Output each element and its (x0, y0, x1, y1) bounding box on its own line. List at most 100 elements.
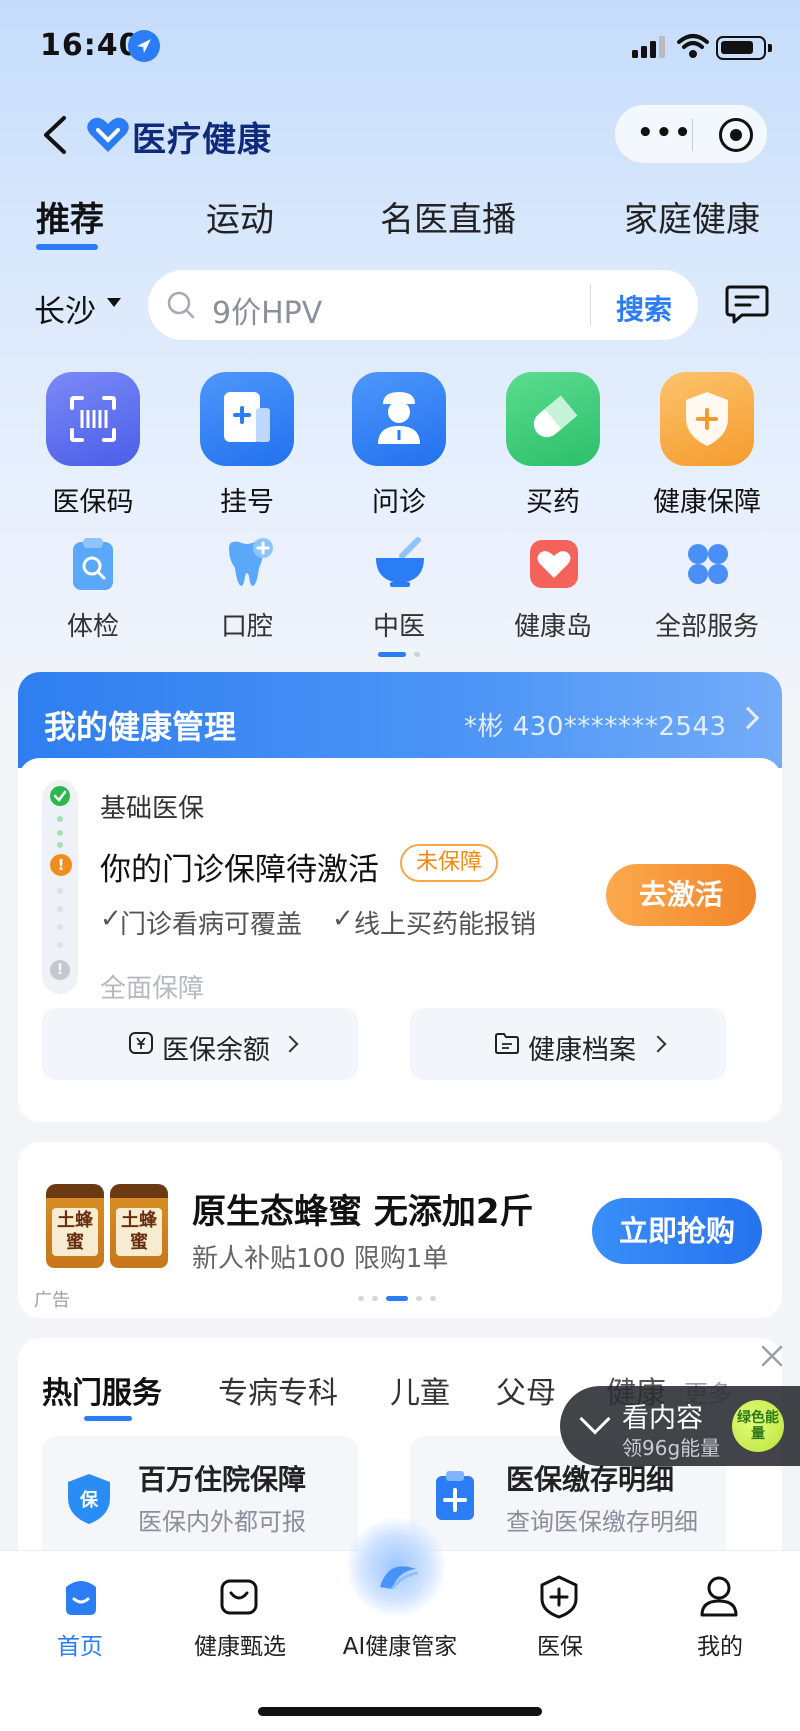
coverage-progress-rail: ! ! (42, 780, 78, 994)
service-label: 问诊 (372, 487, 426, 518)
shield-icon[interactable] (660, 372, 754, 466)
caret-down-icon[interactable] (107, 298, 121, 307)
scan-code-icon[interactable] (46, 372, 140, 466)
perk-check-icon: ✓ (332, 904, 354, 934)
nav-health-selection[interactable]: 健康甄选 (160, 1627, 320, 1661)
more-icon[interactable]: ••• (637, 120, 693, 146)
grid-icon[interactable] (678, 534, 738, 594)
tab-sports[interactable]: 运动 (206, 192, 274, 241)
hot-tab-popular[interactable]: 热门服务 (42, 1368, 162, 1412)
insurance-balance-label: 医保余额 (162, 1035, 270, 1066)
close-icon[interactable] (758, 1342, 786, 1370)
status-time: 16:40 (40, 28, 141, 63)
service-label: 医保码 (52, 487, 134, 518)
city-selector[interactable]: 长沙 (34, 286, 96, 331)
close-target-icon[interactable] (719, 118, 753, 152)
hot-tab-specialty[interactable]: 专病专科 (218, 1368, 338, 1412)
ad-card[interactable]: 土蜂蜜 土蜂蜜 原生态蜂蜜 无添加2斤 新人补贴100 限购1单 立即抢购 广告 (18, 1142, 782, 1318)
buy-now-button[interactable]: 立即抢购 (592, 1198, 762, 1264)
home-indicator (258, 1707, 542, 1716)
pill-icon[interactable] (506, 372, 600, 466)
health-management-card: 我的健康管理 *彬 430*******2543 ! ! 基础医保 你的门诊保障… (18, 672, 782, 1122)
register-icon[interactable] (200, 372, 294, 466)
hot-tab-children[interactable]: 儿童 (390, 1368, 450, 1412)
back-icon[interactable] (36, 112, 76, 158)
tab-recommend[interactable]: 推荐 (36, 192, 104, 241)
svg-text:保: 保 (79, 1489, 99, 1511)
service-label: 健康岛 (513, 612, 592, 642)
insurance-shield-icon: 保 (64, 1470, 114, 1526)
jar-label: 土蜂蜜 (52, 1208, 98, 1256)
warning-icon: ! (50, 854, 72, 876)
user-id: *彬 430*******2543 (464, 712, 727, 742)
service-label: 体检 (66, 612, 119, 642)
energy-reward-widget[interactable]: 看内容 领96g能量 绿色能量 (560, 1386, 800, 1466)
active-tab-indicator (36, 244, 98, 250)
service-label: 全部服务 (654, 612, 759, 642)
jar-label: 土蜂蜜 (116, 1208, 162, 1256)
search-input[interactable]: 9价HPV (212, 288, 322, 332)
insurance-balance-button[interactable]: 医保余额 (42, 1008, 358, 1080)
battery-icon (716, 36, 772, 60)
heart-icon[interactable] (524, 534, 584, 594)
search-icon (166, 290, 196, 320)
service-label: 健康保障 (653, 487, 761, 518)
page-indicator (414, 652, 420, 657)
location-arrow-icon (128, 30, 160, 62)
tooth-icon[interactable] (217, 534, 277, 594)
hot-tab-parents[interactable]: 父母 (496, 1368, 556, 1412)
perk-check-icon: ✓ (100, 904, 122, 934)
health-card-title: 我的健康管理 (44, 708, 237, 746)
perk-online-drugs: 线上买药能报销 (354, 910, 537, 940)
checkup-icon[interactable] (63, 534, 123, 594)
honey-jar-image: 土蜂蜜 (46, 1184, 104, 1268)
brand-title: 医疗健康 (132, 120, 272, 160)
page-indicator-active (378, 652, 406, 657)
nav-ai-assistant[interactable]: AI健康管家 (320, 1627, 480, 1661)
outpatient-status: 你的门诊保障待激活 (100, 852, 379, 888)
mini-program-capsule[interactable]: ••• (614, 104, 768, 164)
tab-live-doctors[interactable]: 名医直播 (380, 192, 516, 241)
nav-insurance[interactable]: 医保 (480, 1627, 640, 1661)
service-label: 挂号 (220, 487, 274, 518)
health-card-header[interactable]: 我的健康管理 *彬 430*******2543 (18, 672, 782, 768)
service-label: 口腔 (220, 612, 273, 642)
search-button[interactable]: 搜索 (616, 288, 672, 328)
nav-home[interactable]: 首页 (0, 1627, 160, 1661)
nav-mine[interactable]: 我的 (640, 1627, 800, 1661)
check-icon (50, 786, 70, 806)
hot-service-title: 百万住院保障 (138, 1463, 307, 1496)
service-label: 买药 (526, 487, 580, 518)
herbal-bowl-icon[interactable] (370, 534, 430, 594)
health-records-button[interactable]: 健康档案 (410, 1008, 726, 1080)
message-icon[interactable] (724, 284, 770, 326)
pending-icon: ! (50, 960, 70, 980)
folder-icon (494, 1030, 520, 1056)
shopping-bag-icon[interactable] (216, 1573, 262, 1619)
medical-insurance-icon[interactable] (536, 1573, 582, 1619)
perk-outpatient: 门诊看病可覆盖 (120, 910, 303, 940)
hot-service-subtitle: 查询医保缴存明细 (506, 1508, 698, 1536)
widget-title: 看内容 (622, 1403, 703, 1434)
widget-subtitle: 领96g能量 (622, 1436, 721, 1460)
doctor-icon[interactable] (352, 372, 446, 466)
chevron-right-icon (736, 706, 760, 730)
signal-icon (632, 36, 666, 58)
hot-service-subtitle: 医保内外都可报 (138, 1508, 306, 1536)
ad-subtitle: 新人补贴100 限购1单 (192, 1244, 449, 1274)
chevron-right-icon (649, 1035, 667, 1053)
hot-tab-indicator (84, 1416, 132, 1421)
user-icon[interactable] (696, 1573, 742, 1619)
bottom-nav: 首页 健康甄选 AI健康管家 医保 我的 (0, 1517, 800, 1731)
green-energy-badge: 绿色能量 (732, 1400, 784, 1452)
chevron-right-icon (281, 1035, 299, 1053)
tab-family-health[interactable]: 家庭健康 (624, 192, 760, 241)
home-icon[interactable] (58, 1573, 104, 1619)
ad-title: 原生态蜂蜜 无添加2斤 (192, 1192, 534, 1232)
activate-button[interactable]: 去激活 (606, 864, 756, 926)
search-bar[interactable]: 9价HPV 搜索 (148, 270, 698, 340)
honey-jar-image: 土蜂蜜 (110, 1184, 168, 1268)
clipboard-plus-icon (430, 1468, 480, 1524)
ai-swirl-icon[interactable] (358, 1549, 438, 1609)
health-records-label: 健康档案 (528, 1035, 636, 1066)
